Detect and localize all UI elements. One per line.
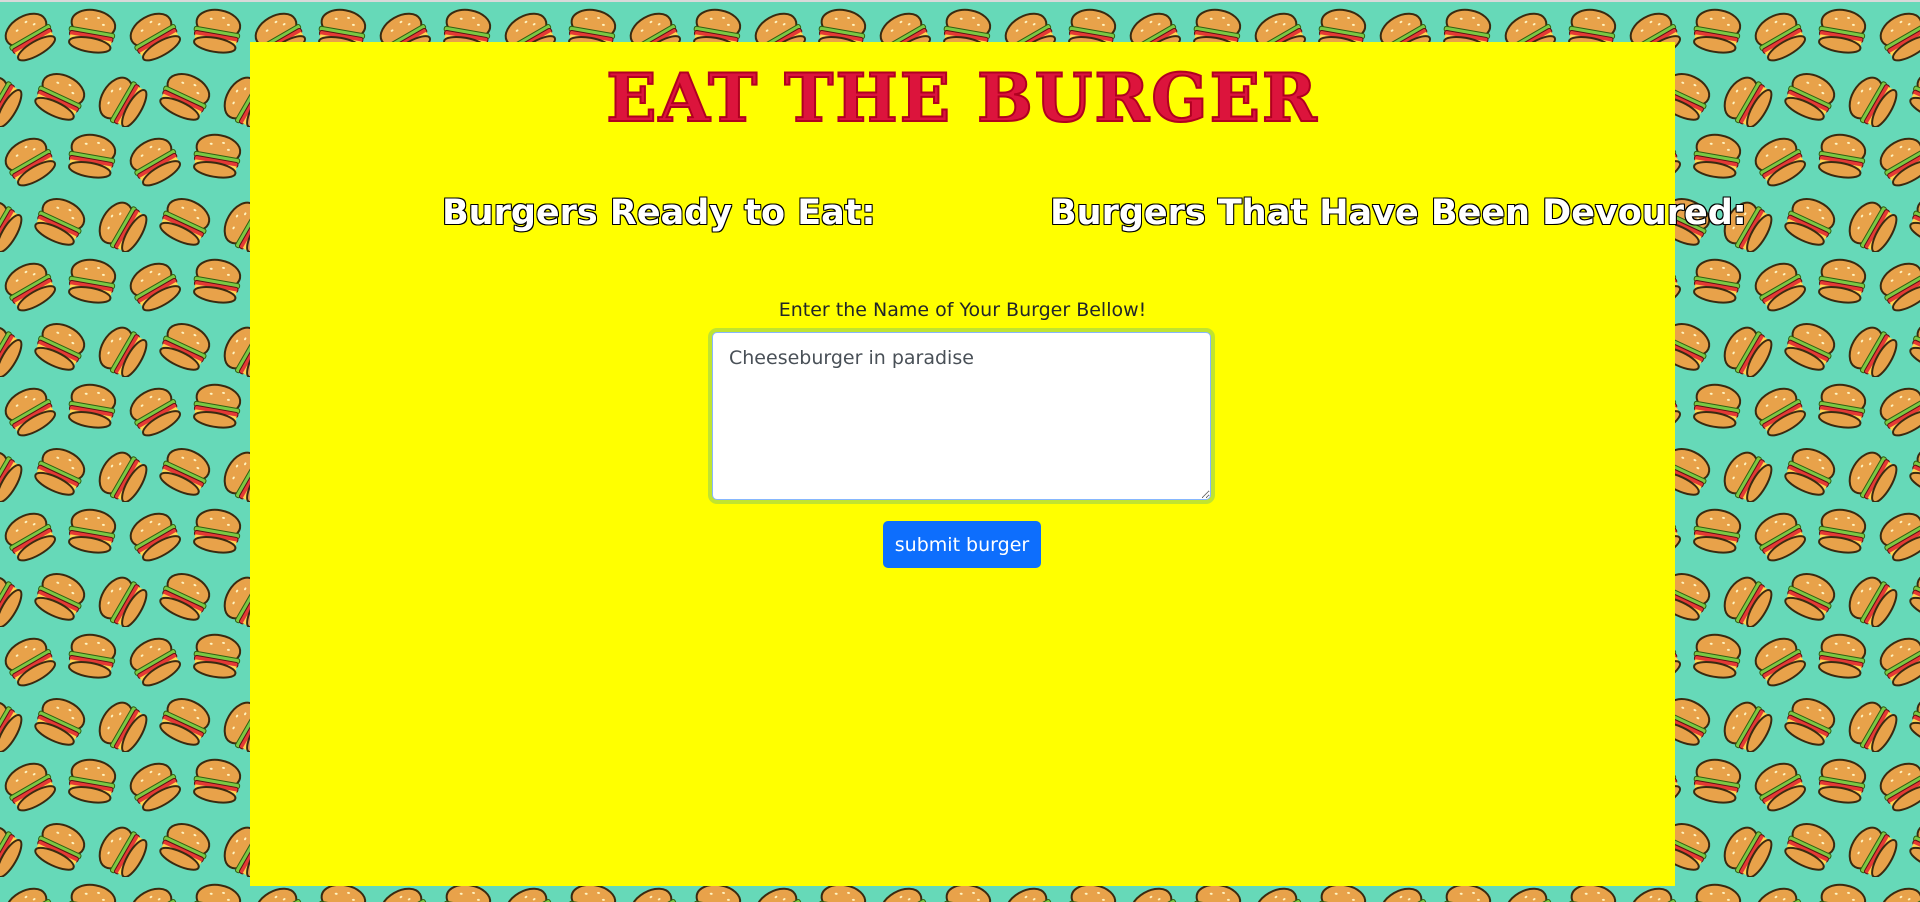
burger-name-input[interactable]	[712, 332, 1211, 500]
devoured-burgers-heading: Burgers That Have Been Devoured:	[1050, 193, 1747, 233]
submit-burger-button[interactable]: submit burger	[883, 521, 1041, 568]
main-panel: Eat the Burger Burgers Ready to Eat: Bur…	[250, 42, 1747, 886]
burger-name-label: Enter the Name of Your Burger Bellow!	[778, 299, 1147, 321]
page-title: Eat the Burger	[605, 59, 1319, 137]
ready-burgers-heading: Burgers Ready to Eat:	[442, 193, 876, 233]
